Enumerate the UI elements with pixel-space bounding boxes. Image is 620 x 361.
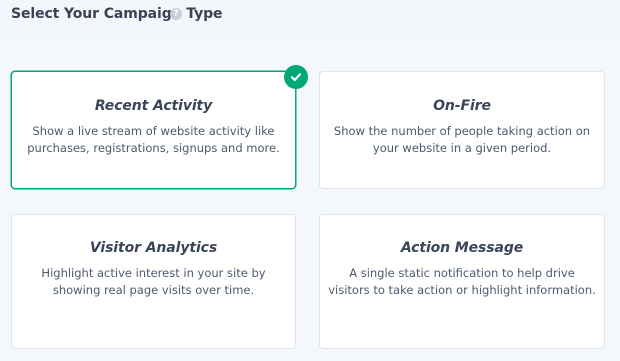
campaign-card-title: Visitor Analytics xyxy=(89,240,218,256)
campaign-type-page: Select Your Campaign Type ? Recent Activ… xyxy=(0,0,620,361)
campaign-card-title: On-Fire xyxy=(433,98,491,114)
campaign-card-title: Recent Activity xyxy=(94,98,213,114)
campaign-card-description: A single static notification to help dri… xyxy=(328,266,596,297)
campaign-card-recent-activity[interactable]: Recent Activity Show a live stream of we… xyxy=(11,65,308,189)
campaign-card-title: Action Message xyxy=(400,240,524,256)
campaign-card-description: Show the number of people taking action … xyxy=(333,124,591,155)
campaign-card-description: Highlight active interest in your site b… xyxy=(41,266,266,297)
header: Select Your Campaign Type ? xyxy=(0,0,620,38)
help-icon[interactable]: ? xyxy=(170,8,182,20)
campaign-card-action-message[interactable]: Action Message A single static notificat… xyxy=(319,214,605,349)
campaign-card-description: Show a live stream of website activity l… xyxy=(27,124,280,155)
page-title: Select Your Campaign Type xyxy=(11,6,223,22)
campaign-card-visitor-analytics[interactable]: Visitor Analytics Highlight active inter… xyxy=(11,214,296,349)
campaign-card-on-fire[interactable]: On-Fire Show the number of people taking… xyxy=(319,71,605,189)
check-icon xyxy=(284,65,308,89)
